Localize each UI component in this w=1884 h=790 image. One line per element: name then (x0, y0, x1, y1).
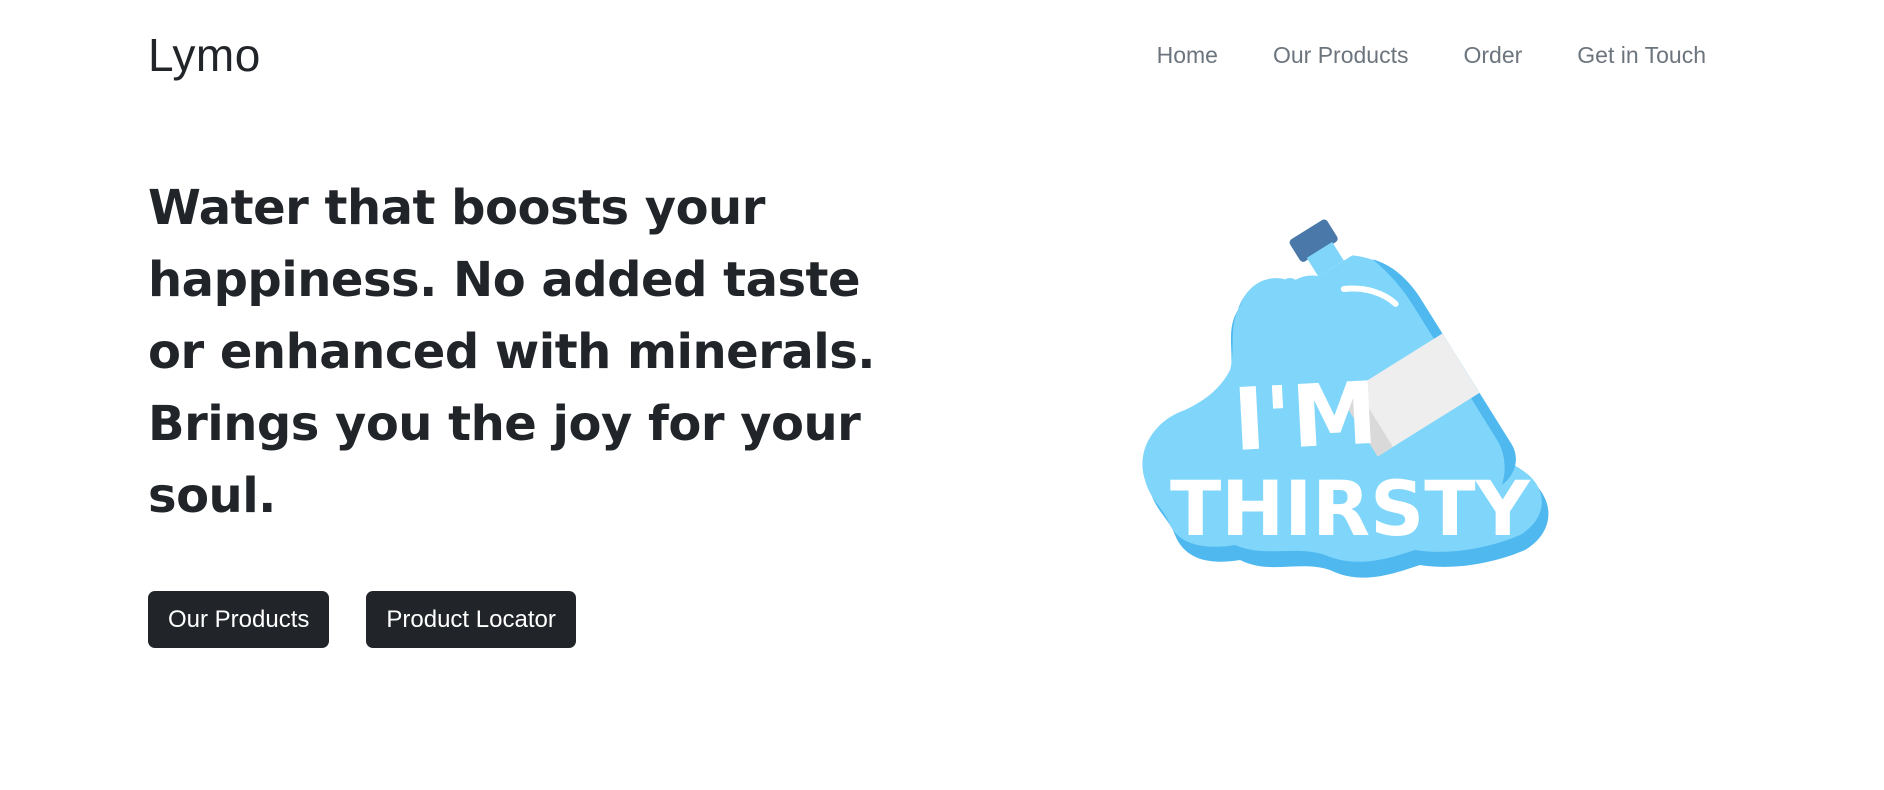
water-bottle-splash-icon: I'M THIRSTY (1142, 219, 1549, 578)
hero-buttons: Our Products Product Locator (148, 591, 576, 648)
brand-logo[interactable]: Lymo (148, 26, 261, 84)
splash-drop (1235, 326, 1255, 354)
illustration-text-im: I'M (1231, 364, 1380, 471)
thirsty-illustration: I'M THIRSTY (1130, 190, 1580, 630)
our-products-button[interactable]: Our Products (148, 591, 330, 648)
illustration-text-thirsty: THIRSTY (1170, 464, 1531, 553)
nav-order[interactable]: Order (1463, 38, 1522, 72)
hero-headline: Water that boosts your happiness. No add… (148, 180, 876, 524)
main-nav: Home Our Products Order Get in Touch (1100, 38, 1706, 72)
page: Lymo Home Our Products Order Get in Touc… (0, 0, 1884, 790)
nav-our-products[interactable]: Our Products (1273, 38, 1409, 72)
product-locator-button[interactable]: Product Locator (366, 591, 576, 648)
nav-home[interactable]: Home (1157, 38, 1218, 72)
splash-drop (1276, 278, 1304, 322)
nav-get-in-touch[interactable]: Get in Touch (1577, 38, 1706, 72)
